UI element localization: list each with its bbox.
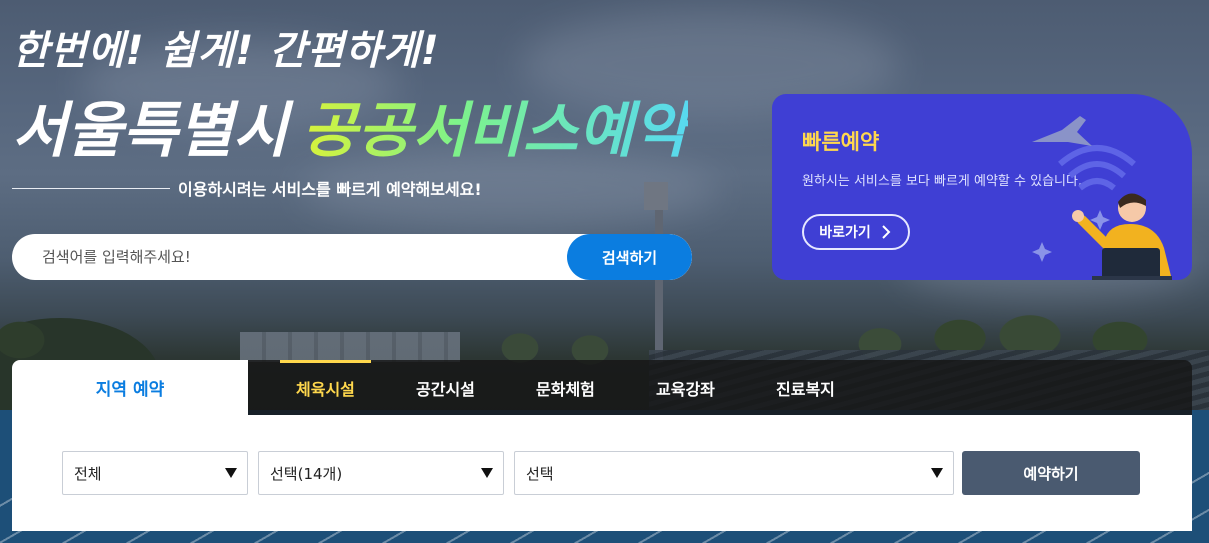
caret-down-icon <box>481 468 493 478</box>
hero-tagline: 한번에! 쉽게! 간편하게! <box>12 28 440 74</box>
tab-sports-facilities[interactable]: 체육시설 <box>280 360 371 415</box>
chevron-right-icon <box>882 225 891 239</box>
reserve-button[interactable]: 예약하기 <box>962 451 1140 495</box>
hero-headline: 서울특별시 공공서비스예약 <box>12 82 688 169</box>
search-input[interactable] <box>12 234 568 280</box>
quick-reserve-button-label: 바로가기 <box>819 225 871 241</box>
tab-space-facilities[interactable]: 공간시설 <box>416 360 475 415</box>
quick-reserve-title: 빠른예약 <box>802 130 880 154</box>
region-select-value: 전체 <box>74 464 102 483</box>
tab-culture-experience[interactable]: 문화체험 <box>536 360 595 415</box>
caret-down-icon <box>225 468 237 478</box>
facility-select-value: 선택(14개) <box>270 464 343 483</box>
hero-subtitle-row: 이용하시려는 서비스를 빠르게 예약해보세요! <box>12 176 482 200</box>
quick-reserve-button[interactable]: 바로가기 <box>802 214 910 250</box>
person-laptop-illustration <box>1032 116 1172 280</box>
headline-service: 공공서비스예약 <box>302 96 689 166</box>
region-select[interactable]: 전체 <box>62 451 248 495</box>
divider-line <box>12 187 170 189</box>
detail-select[interactable]: 선택 <box>514 451 954 495</box>
facility-select[interactable]: 선택(14개) <box>258 451 504 495</box>
quick-reserve-card: 빠른예약 원하시는 서비스를 보다 빠르게 예약할 수 있습니다. 바로가기 <box>772 94 1192 280</box>
tab-education-courses[interactable]: 교육강좌 <box>656 360 715 415</box>
tab-medical-welfare[interactable]: 진료복지 <box>776 360 835 415</box>
search-button[interactable]: 검색하기 <box>567 234 692 280</box>
headline-city: 서울특별시 <box>12 96 288 166</box>
caret-down-icon <box>931 468 943 478</box>
hero-subtitle: 이용하시려는 서비스를 빠르게 예약해보세요! <box>178 180 482 199</box>
search-bar: 검색하기 <box>12 234 692 280</box>
tab-region-reservation[interactable]: 지역 예약 <box>12 360 248 415</box>
detail-select-value: 선택 <box>526 464 554 483</box>
